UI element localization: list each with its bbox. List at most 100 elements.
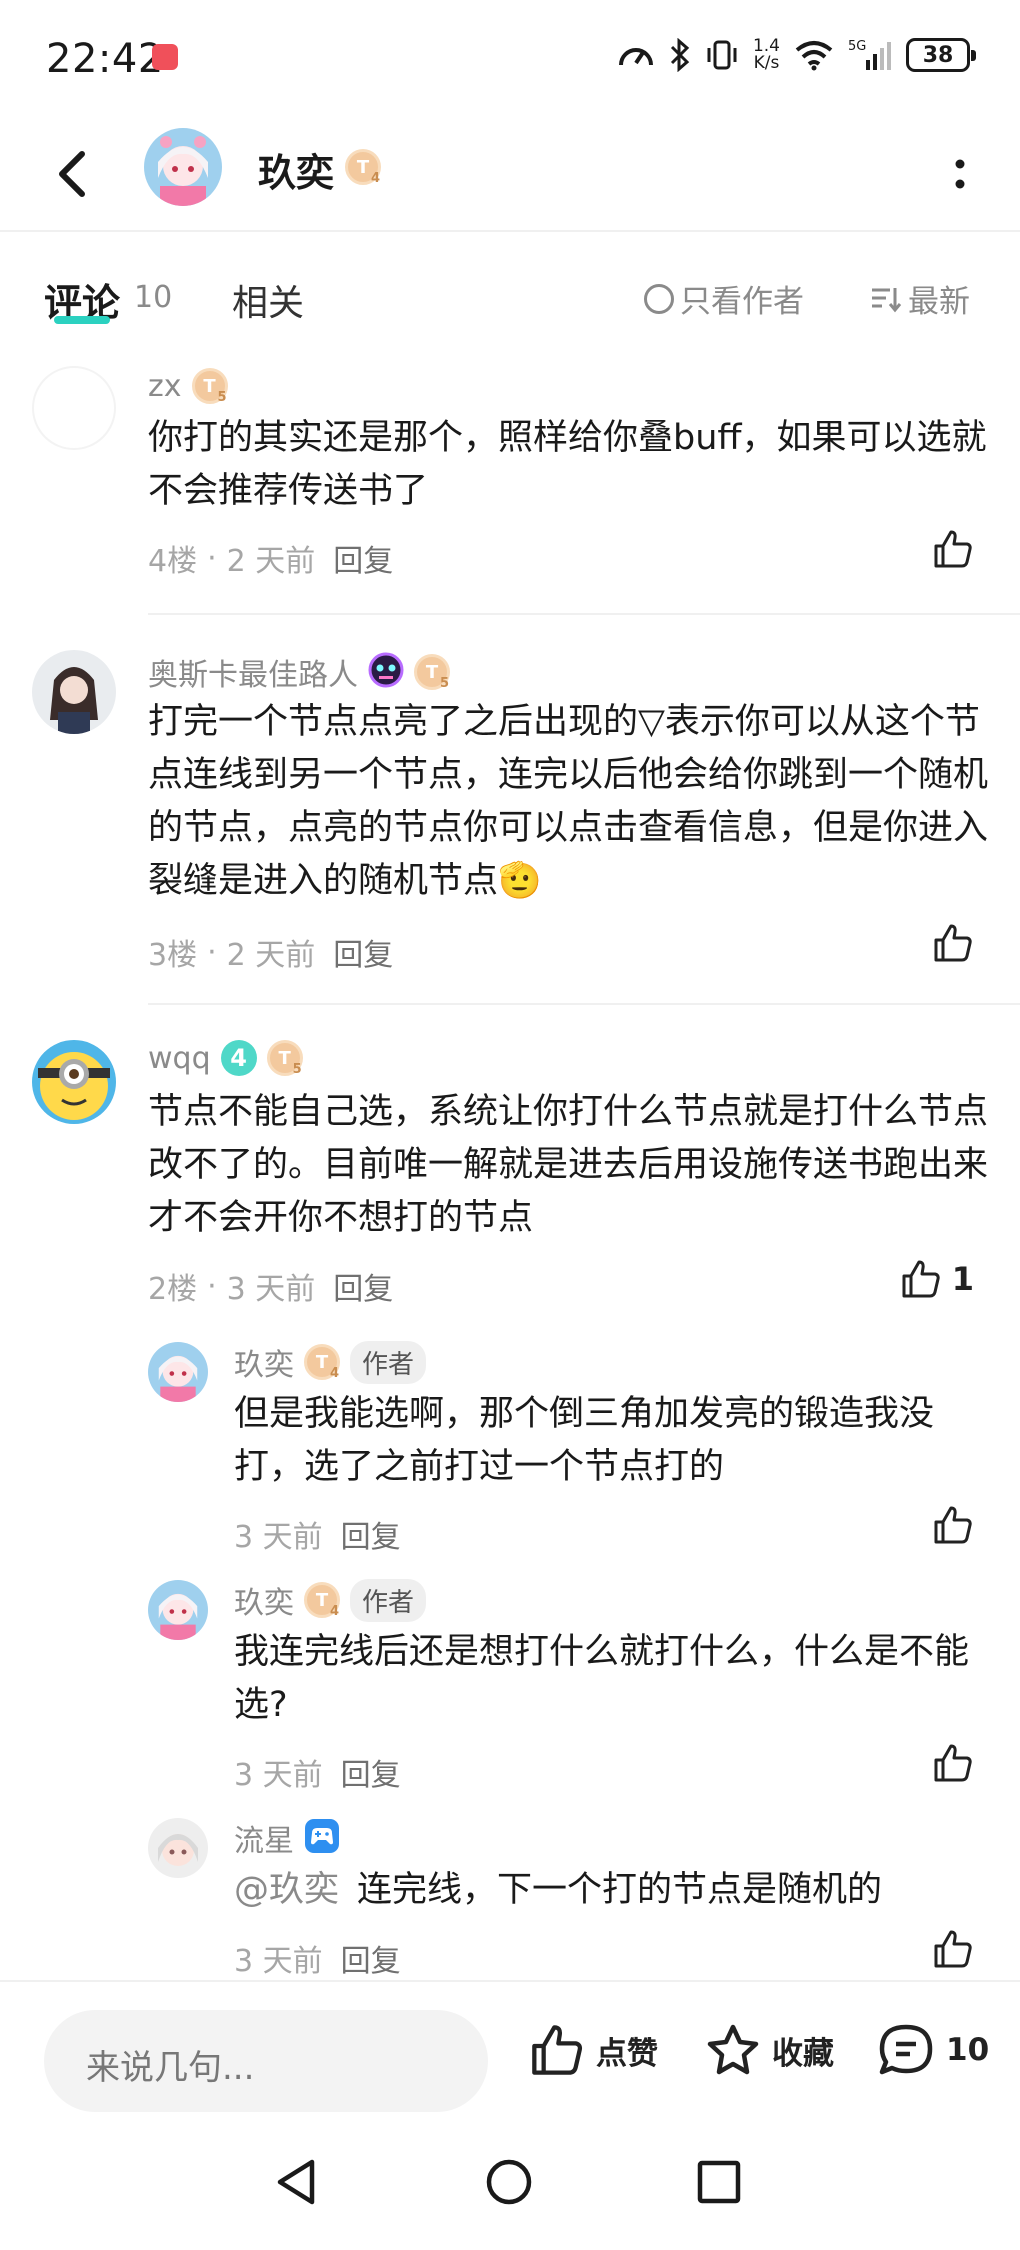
meta-dot: · <box>207 934 217 970</box>
like-count: 1 <box>951 1260 974 1298</box>
level-badge: T5 <box>191 368 228 405</box>
sort-label: 最新 <box>908 284 970 320</box>
level-badge: T4 <box>304 1344 340 1381</box>
author-name[interactable]: 玖奕 <box>258 142 334 197</box>
more-vertical-icon <box>955 159 965 189</box>
bluetooth-icon <box>669 38 691 72</box>
replier-name-row: 玖奕 T4 作者 <box>234 1340 427 1384</box>
commenter-name-row: wqq 4 T5 <box>148 1040 303 1077</box>
reply-button[interactable]: 回复 <box>341 1936 401 1980</box>
replier-name-row: 流星 <box>234 1816 340 1860</box>
reply-time: 3 天前 <box>234 1944 323 1979</box>
reply-text: 但是我能选啊，那个倒三角加发亮的锻造我没打，选了之前打过一个节点打的 <box>234 1394 935 1487</box>
comment-tabs: 评论 10 相关 只看作者 最新 <box>0 262 1020 332</box>
replier-avatar[interactable] <box>148 1818 208 1878</box>
bottom-action-bar: 来说几句... 点赞 收藏 10 <box>0 1980 1020 2128</box>
reply-button[interactable]: 回复 <box>333 1264 393 1308</box>
thumbs-up-icon <box>934 1506 972 1544</box>
like-label: 点赞 <box>596 2035 658 2072</box>
network-speed-unit: K/s <box>753 53 780 73</box>
like-button[interactable] <box>932 528 974 570</box>
like-button[interactable] <box>932 1742 974 1784</box>
speedometer-icon <box>617 39 655 71</box>
comment-meta: 2楼 · 3 天前 回复 <box>148 1264 393 1308</box>
comment-time: 2 天前 <box>226 544 316 579</box>
reply-button[interactable]: 回复 <box>341 1750 401 1794</box>
skull-badge-icon <box>368 652 404 692</box>
reply-meta: 3 天前 回复 <box>234 1936 401 1980</box>
replier-name[interactable]: 玖奕 <box>234 1578 294 1622</box>
level-badge: T4 <box>345 149 381 186</box>
gamepad-badge-icon <box>304 1818 340 1858</box>
favorite-button[interactable]: 收藏 <box>704 2022 834 2078</box>
star-icon <box>707 2024 759 2075</box>
chevron-left-icon <box>59 151 85 197</box>
reply-meta: 3 天前 回复 <box>234 1512 401 1556</box>
mention-link[interactable]: @玖奕 <box>234 1870 339 1910</box>
commenter-name[interactable]: wqq <box>148 1041 211 1076</box>
back-button[interactable] <box>44 144 104 204</box>
sort-button[interactable]: 最新 <box>870 276 970 321</box>
commenter-avatar[interactable] <box>32 1040 116 1124</box>
system-nav-bar <box>0 2128 1020 2250</box>
post-header: 玖奕 T4 <box>0 118 1020 232</box>
like-button[interactable] <box>932 1928 974 1970</box>
reply-meta: 3 天前 回复 <box>234 1750 401 1794</box>
author-tag: 作者 <box>350 1340 427 1384</box>
vibrate-icon <box>705 38 739 72</box>
like-button[interactable]: 1 <box>900 1258 974 1300</box>
thumbs-up-icon <box>902 1260 940 1298</box>
comment-meta: 4楼 · 2 天前 回复 <box>148 536 393 580</box>
comment-meta: 3楼 · 2 天前 回复 <box>148 930 393 974</box>
comment-count: 10 <box>946 2032 990 2068</box>
commenter-name-row: zx T5 <box>148 368 228 405</box>
level-badge: T5 <box>414 654 450 691</box>
comment-text: 打完一个节点点亮了之后出现的▽表示你可以从这个节点连线到另一个节点，连完以后他会… <box>148 696 988 908</box>
reply-button[interactable]: 回复 <box>333 930 393 974</box>
reply-button[interactable]: 回复 <box>333 536 393 580</box>
commenter-name-row: 奥斯卡最佳路人 T5 <box>148 650 450 694</box>
level-badge: T5 <box>266 1040 303 1077</box>
replier-name[interactable]: 流星 <box>234 1816 294 1860</box>
reply-text: 我连完线后还是想打什么就打什么，什么是不能选? <box>234 1632 970 1725</box>
comments-button[interactable]: 10 <box>876 2022 989 2078</box>
tab-related[interactable]: 相关 <box>232 274 304 326</box>
comment-item: zx T5 你打的其实还是那个，照样给你叠buff，如果可以选就不会推荐传送书了… <box>0 360 1020 615</box>
comment-body: 打完一个节点点亮了之后出现的▽表示你可以从这个节点连线到另一个节点，连完以后他会… <box>148 702 989 901</box>
nav-home-button[interactable] <box>484 2156 534 2212</box>
floor-number: 4楼 <box>148 544 198 579</box>
reply-time: 3 天前 <box>234 1520 323 1555</box>
comment-item: wqq 4 T5 节点不能自己选，系统让你打什么节点就是打什么节点改不了的。目前… <box>0 1030 1020 1980</box>
wifi-icon <box>794 39 834 71</box>
author-avatar[interactable] <box>144 128 222 206</box>
triangle-back-icon <box>277 2159 315 2205</box>
like-button[interactable] <box>932 922 974 964</box>
favorite-label: 收藏 <box>772 2035 834 2072</box>
replier-name[interactable]: 玖奕 <box>234 1340 294 1384</box>
commenter-name[interactable]: 奥斯卡最佳路人 <box>148 650 358 694</box>
like-button[interactable] <box>932 1504 974 1546</box>
comment-input[interactable]: 来说几句... <box>44 2010 488 2112</box>
sort-icon <box>872 287 902 312</box>
commenter-name[interactable]: zx <box>148 369 182 404</box>
comment-divider <box>148 613 1020 615</box>
replier-avatar[interactable] <box>148 1342 208 1402</box>
radio-circle-icon <box>644 283 674 314</box>
nav-recents-button[interactable] <box>694 2156 744 2212</box>
status-icons: 1.4 K/s 5G 38 <box>617 38 976 73</box>
nav-back-button[interactable] <box>272 2156 322 2212</box>
commenter-avatar[interactable] <box>32 366 116 450</box>
more-options-button[interactable] <box>940 144 980 204</box>
author-only-filter[interactable]: 只看作者 <box>644 276 804 321</box>
replier-avatar[interactable] <box>148 1580 208 1640</box>
reply-button[interactable]: 回复 <box>341 1512 401 1556</box>
level-badge-letter: T <box>356 156 370 178</box>
commenter-avatar[interactable] <box>32 650 116 734</box>
like-post-button[interactable]: 点赞 <box>528 2022 658 2078</box>
active-tab-indicator <box>54 316 110 324</box>
cellular-signal-icon: 5G <box>848 38 892 72</box>
replier-name-row: 玖奕 T4 作者 <box>234 1578 427 1622</box>
comment-item: 奥斯卡最佳路人 T5 打完一个节点点亮了之后出现的▽表示你可以从这个节点连线到另… <box>0 640 1020 1005</box>
thumbs-up-icon <box>532 2025 583 2075</box>
level-badge: T4 <box>304 1582 340 1619</box>
